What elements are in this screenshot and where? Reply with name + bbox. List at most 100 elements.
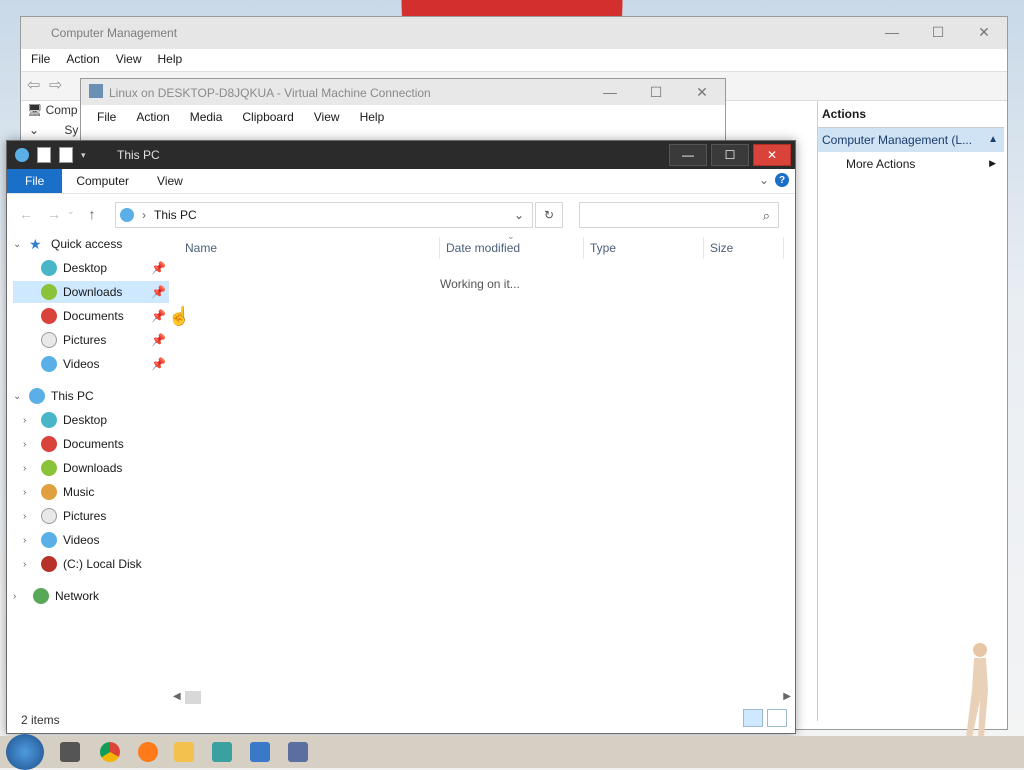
cm-title-bar[interactable]: Computer Management — ☐ ✕ [21, 17, 1007, 49]
pin-icon[interactable]: 📌 [151, 261, 166, 275]
forward-arrow-icon[interactable]: → [47, 206, 61, 222]
tree-pc-documents[interactable]: › Documents [23, 433, 124, 455]
explorer-close-button[interactable]: ✕ [753, 144, 791, 166]
vm-minimize-button[interactable]: — [587, 79, 633, 105]
details-view-button[interactable] [743, 709, 763, 727]
ribbon-tab-file[interactable]: File [7, 169, 63, 193]
tree-item-videos[interactable]: Videos [41, 353, 99, 375]
ribbon-tabs: File Computer View ⌄ ? [7, 169, 795, 194]
cm-minimize-button[interactable]: — [869, 17, 915, 47]
tree-pc-pictures[interactable]: › Pictures [23, 505, 106, 527]
chrome-icon[interactable] [100, 742, 120, 762]
vm-menu-clipboard[interactable]: Clipboard [234, 105, 301, 129]
scroll-left-icon[interactable]: ◀ [173, 691, 181, 702]
pin-icon[interactable]: 📌 [151, 309, 166, 323]
scrollbar-thumb[interactable] [185, 691, 201, 704]
column-size[interactable]: Size [710, 241, 733, 255]
tree-pc-music[interactable]: › Music [23, 481, 94, 503]
explorer-maximize-button[interactable]: ☐ [711, 144, 749, 166]
tree-pc-local-disk[interactable]: › (C:) Local Disk [23, 553, 142, 575]
tree-network[interactable]: › Network [13, 585, 99, 607]
calculator-icon[interactable] [212, 742, 232, 762]
tree-pc-downloads[interactable]: › Downloads [23, 457, 122, 479]
refresh-button[interactable]: ↻ [535, 202, 563, 228]
actions-group-computer-management[interactable]: Computer Management (L... ▲ [818, 128, 1004, 152]
vm-menu-action[interactable]: Action [128, 105, 177, 129]
cm-tree-item-system[interactable]: ⌄ Sy [29, 123, 78, 137]
computer-management-icon[interactable] [288, 742, 308, 762]
cm-close-button[interactable]: ✕ [961, 17, 1007, 47]
tree-label: Documents [63, 437, 124, 451]
vm-title-bar[interactable]: Linux on DESKTOP-D8JQKUA - Virtual Machi… [81, 79, 725, 105]
vm-menu-media[interactable]: Media [182, 105, 231, 129]
explorer-title-bar[interactable]: ▾ This PC — ☐ ✕ [7, 141, 795, 169]
cm-menu-action[interactable]: Action [60, 49, 105, 71]
tree-item-documents[interactable]: Documents [41, 305, 124, 327]
explorer-minimize-button[interactable]: — [669, 144, 707, 166]
file-list[interactable]: Name Date modified ⌄ Type Size Working o… [167, 231, 793, 693]
cm-menu-help[interactable]: Help [152, 49, 189, 71]
address-dropdown-icon[interactable]: ⌄ [514, 208, 524, 222]
forward-arrow-icon[interactable]: ⇨ [49, 75, 62, 95]
tree-pc-videos[interactable]: › Videos [23, 529, 99, 551]
vm-menu-bar: File Action Media Clipboard View Help [81, 105, 725, 129]
chevron-right-icon[interactable]: › [23, 415, 41, 426]
pin-icon[interactable]: 📌 [151, 357, 166, 371]
start-button[interactable] [6, 734, 44, 770]
chevron-right-icon[interactable]: › [23, 511, 41, 522]
ribbon-tab-computer[interactable]: Computer [62, 169, 143, 193]
horizontal-scrollbar[interactable]: ◀ ▶ [169, 689, 791, 706]
tree-pc-desktop[interactable]: › Desktop [23, 409, 107, 431]
more-actions-item[interactable]: More Actions ▶ [818, 152, 1004, 176]
recent-locations-icon[interactable]: ⌄ [67, 206, 75, 222]
tree-item-desktop[interactable]: Desktop [41, 257, 107, 279]
large-icons-view-button[interactable] [767, 709, 787, 727]
file-explorer-icon[interactable] [174, 742, 194, 762]
pin-icon[interactable]: 📌 [151, 285, 166, 299]
chevron-right-icon[interactable]: › [23, 559, 41, 570]
hyper-v-icon[interactable] [250, 742, 270, 762]
tree-quick-access[interactable]: ⌄ ★ Quick access [13, 233, 122, 255]
back-arrow-icon[interactable]: ⇦ [27, 75, 40, 95]
ribbon-tab-view[interactable]: View [143, 169, 197, 193]
back-arrow-icon[interactable]: ← [19, 206, 33, 222]
chevron-right-icon[interactable]: › [23, 463, 41, 474]
file-explorer-window[interactable]: ▾ This PC — ☐ ✕ File Computer View ⌄ ? ←… [6, 140, 796, 734]
chevron-right-icon[interactable]: › [23, 535, 41, 546]
help-icon[interactable]: ? [775, 173, 789, 187]
cm-tree-item-computer[interactable]: 🖥 Comp [27, 103, 78, 117]
pin-icon[interactable]: 📌 [151, 333, 166, 347]
vm-menu-view[interactable]: View [306, 105, 348, 129]
vm-menu-help[interactable]: Help [352, 105, 393, 129]
column-type[interactable]: Type [590, 241, 616, 255]
properties-icon[interactable] [37, 147, 51, 163]
expand-ribbon-icon[interactable]: ⌄ [759, 173, 769, 187]
chevron-down-icon[interactable]: ⌄ [13, 391, 25, 402]
vm-menu-file[interactable]: File [89, 105, 124, 129]
tree-item-downloads[interactable]: Downloads [13, 281, 169, 303]
sort-indicator-icon: ⌄ [507, 231, 515, 241]
chevron-right-icon[interactable]: › [13, 591, 33, 602]
tree-this-pc[interactable]: ⌄ This PC [13, 385, 94, 407]
firefox-icon[interactable] [138, 742, 158, 762]
scroll-right-icon[interactable]: ▶ [783, 691, 791, 702]
customize-qat-icon[interactable]: ▾ [81, 150, 86, 161]
chevron-down-icon[interactable]: ⌄ [13, 239, 25, 250]
chevron-right-icon[interactable]: › [23, 439, 41, 450]
breadcrumb-chevron-icon[interactable]: › [142, 208, 146, 222]
task-view-icon[interactable] [60, 742, 80, 762]
collapse-triangle-icon[interactable]: ▲ [988, 134, 998, 145]
vm-close-button[interactable]: ✕ [679, 79, 725, 105]
chevron-right-icon[interactable]: › [23, 487, 41, 498]
vm-maximize-button[interactable]: ☐ [633, 79, 679, 105]
search-input[interactable]: ⌕ [579, 202, 779, 228]
new-folder-icon[interactable] [59, 147, 73, 163]
cm-menu-view[interactable]: View [110, 49, 148, 71]
cm-menu-file[interactable]: File [25, 49, 56, 71]
up-arrow-icon[interactable]: ↑ [89, 206, 96, 222]
cm-maximize-button[interactable]: ☐ [915, 17, 961, 47]
tree-item-pictures[interactable]: Pictures [41, 329, 106, 351]
column-name[interactable]: Name [185, 241, 217, 255]
column-date-modified[interactable]: Date modified [446, 241, 520, 255]
address-bar[interactable]: › This PC ⌄ [115, 202, 533, 228]
